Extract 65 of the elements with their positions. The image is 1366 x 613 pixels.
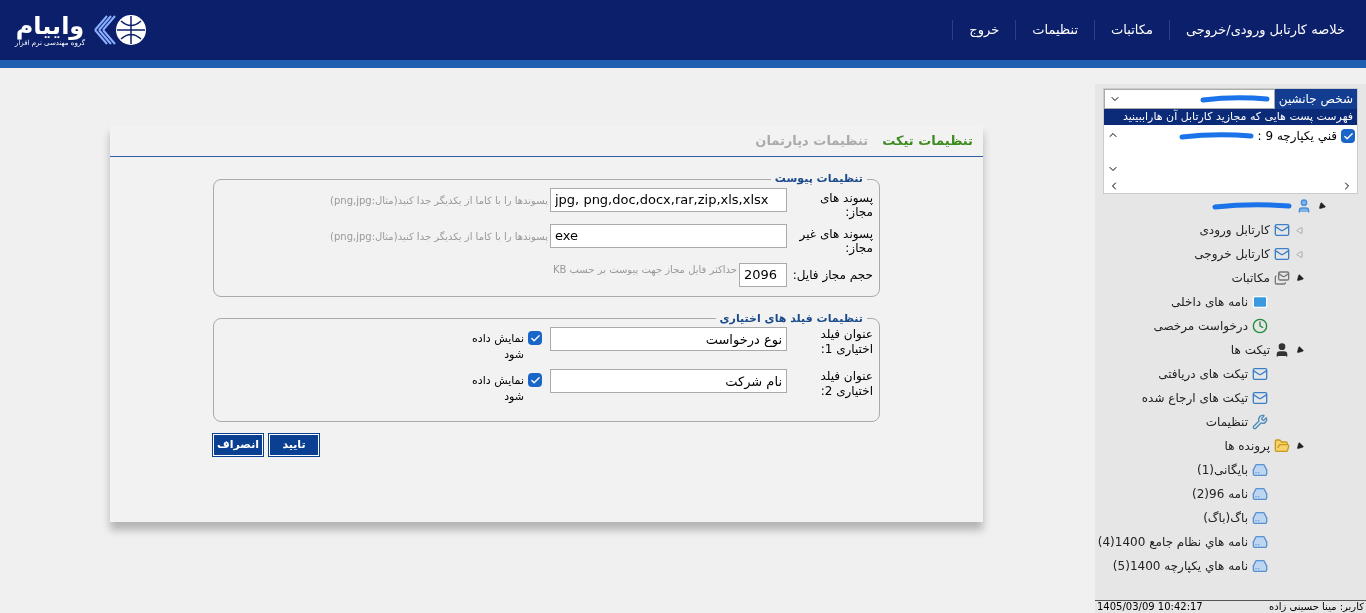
menu-link[interactable]: تنظیمات xyxy=(1015,20,1095,40)
list-title: فهرست پست هایی که مجازید کارتابل آن هاراببینید xyxy=(1104,109,1357,125)
drawer-icon xyxy=(1252,534,1268,550)
field-hint: پسوندها را با کاما از یکدیگر جدا کنید(مثال:png,jpg) xyxy=(330,229,548,244)
person-icon xyxy=(1274,342,1290,358)
user-icon xyxy=(1296,198,1312,214)
date-time: 1405/03/09 10:42:17 xyxy=(1097,601,1203,613)
tree-item[interactable]: نامه هاي يکپارچه 1400(5) xyxy=(1112,557,1248,575)
text-field[interactable]: نوع درخواست xyxy=(550,327,787,351)
tree-item[interactable]: تیکت های ارجاع شده xyxy=(1141,389,1248,407)
tree-item[interactable]: مکاتبات xyxy=(1231,269,1270,287)
tree-item[interactable]: تیکت های دریافتی xyxy=(1158,365,1248,383)
section-title: تنظیمات پیوست xyxy=(773,171,864,187)
field-hint: حداکثر فایل مجاز جهت پیوست بر حسب KB xyxy=(552,262,737,277)
menu-link[interactable]: خلاصه کارتابل ورودی/خروجی xyxy=(1168,20,1361,40)
tree-item[interactable]: باگ(باگ) xyxy=(1203,509,1248,527)
drawer-icon xyxy=(1252,486,1268,502)
field-label: عنوان فیلد اختیاری 1: xyxy=(819,327,873,357)
substitute-select[interactable] xyxy=(1104,89,1275,109)
field-label: عنوان فیلد اختیاری 2: xyxy=(819,369,873,399)
action-button[interactable]: تایید xyxy=(269,434,319,456)
tree-item[interactable]: تیکت ها xyxy=(1230,341,1270,359)
tree-item[interactable]: کارتابل خروجی xyxy=(1194,245,1270,263)
menu-link[interactable]: خروج xyxy=(952,20,1016,40)
field-label: پسوند های مجاز: xyxy=(818,189,873,219)
logo-text: واییام xyxy=(15,12,85,39)
text-field[interactable]: exe xyxy=(550,223,787,248)
tree-item[interactable]: نامه 96(2) xyxy=(1192,485,1248,503)
expanded-arrow-icon[interactable] xyxy=(1294,346,1304,354)
text-field[interactable]: jpg, png,doc,docx,rar,zip,xls,xlsx xyxy=(550,187,787,212)
tree-item[interactable]: نامه های داخلی xyxy=(1171,293,1248,311)
expanded-arrow-icon[interactable] xyxy=(1294,274,1304,282)
checkbox-label: نمایش داده شود xyxy=(471,373,524,405)
menu-link[interactable]: مکاتبات xyxy=(1094,20,1169,40)
text-field[interactable]: نام شرکت xyxy=(550,369,787,393)
checkbox-label: نمایش داده شود xyxy=(471,331,524,363)
drawer-icon xyxy=(1252,462,1268,478)
section-title: تنظیمات فیلد های اختیاری xyxy=(718,310,864,327)
field-label: پسوند های غیر مجاز: xyxy=(798,225,873,255)
envelopes-icon xyxy=(1274,270,1290,286)
tree-item[interactable]: پرونده ها xyxy=(1224,437,1270,455)
folder-icon xyxy=(1274,438,1290,454)
tools-icon xyxy=(1252,414,1268,430)
field-hint: پسوندها را با کاما از یکدیگر جدا کنید(مثال:png,jpg) xyxy=(330,193,548,208)
expanded-arrow-icon[interactable] xyxy=(1294,442,1304,450)
user-name: کاربر: مینا حسینی زاده xyxy=(1268,601,1364,613)
field-label: حجم مجاز فایل: xyxy=(791,266,873,284)
substitute-label: شخص جانشین xyxy=(1274,89,1357,109)
expanded-arrow-icon[interactable] xyxy=(1316,202,1326,210)
checkbox[interactable] xyxy=(528,373,542,387)
drawer-icon xyxy=(1252,558,1268,574)
drawer-icon xyxy=(1252,510,1268,526)
tree-item[interactable]: کارتابل ورودی xyxy=(1199,221,1270,239)
tab[interactable]: تنظیمات تیکت xyxy=(882,130,973,156)
checkbox[interactable] xyxy=(1341,129,1355,143)
tree-item[interactable]: نامه هاي نظام جامع 1400(4) xyxy=(1097,533,1248,551)
post-item[interactable]: قني يکپارچه 9 : xyxy=(1257,127,1337,145)
checkbox[interactable] xyxy=(528,331,542,345)
text-field[interactable]: 2096 xyxy=(739,262,787,287)
clock-icon xyxy=(1252,318,1268,334)
scribble-mark xyxy=(1199,95,1270,103)
tree-item[interactable]: درخواست مرخصی xyxy=(1153,317,1248,335)
tree-item[interactable]: بایگانی(1) xyxy=(1197,461,1248,479)
tree-item[interactable]: تنظیمات xyxy=(1205,413,1248,431)
action-button[interactable]: انصراف xyxy=(213,434,263,456)
